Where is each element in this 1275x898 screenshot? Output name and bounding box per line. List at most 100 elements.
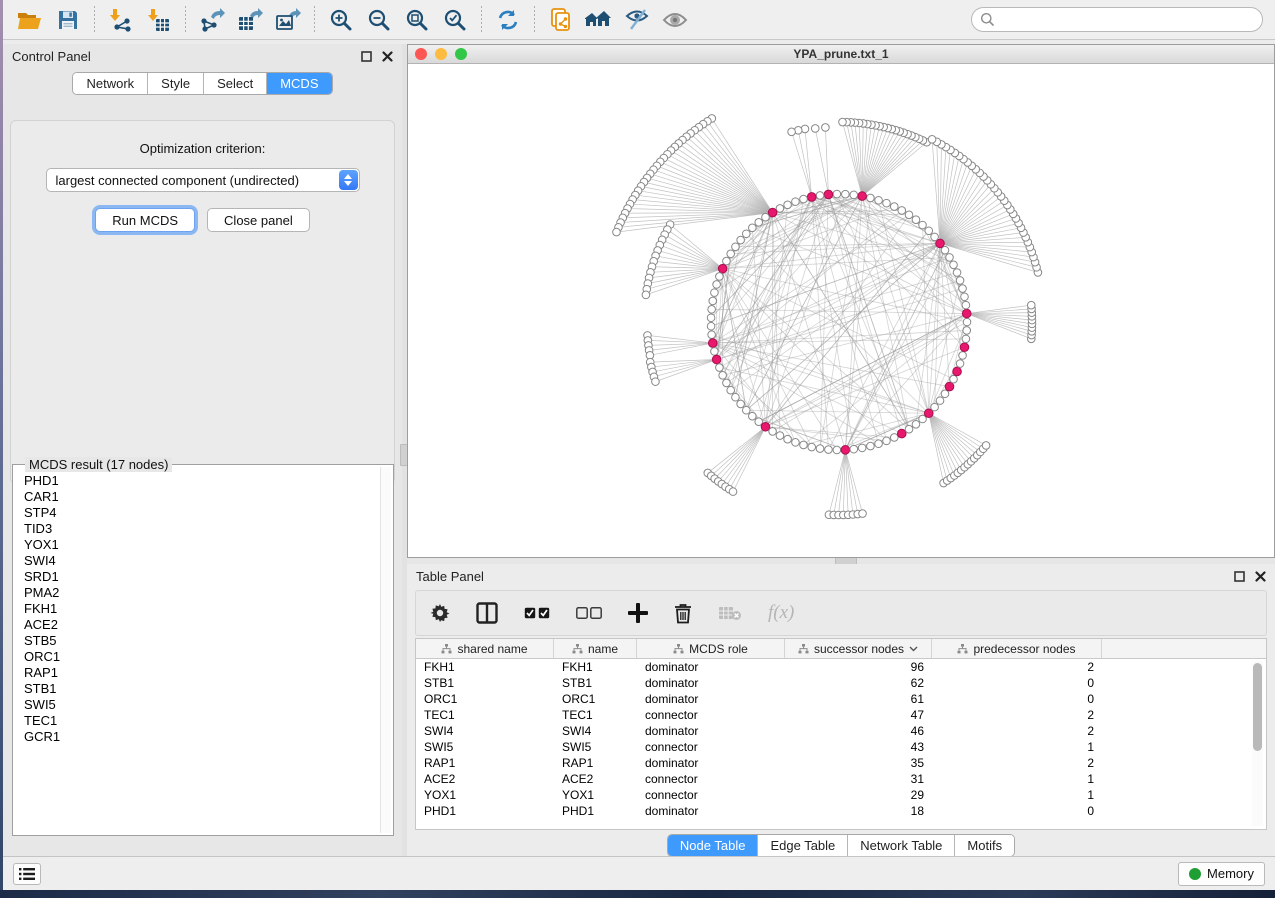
cell-successor_nodes[interactable]: 47 [785, 708, 932, 722]
split-panel-icon[interactable] [476, 602, 498, 624]
search-input[interactable] [995, 13, 1254, 27]
cell-name[interactable]: FKH1 [554, 660, 637, 674]
houses-icon[interactable] [580, 3, 618, 37]
show-details-icon[interactable] [656, 3, 694, 37]
result-node-item[interactable]: SRD1 [15, 569, 379, 585]
cell-successor_nodes[interactable]: 46 [785, 724, 932, 738]
cell-predecessor_nodes[interactable]: 1 [932, 740, 1102, 754]
result-node-item[interactable]: CAR1 [15, 489, 379, 505]
table-row[interactable]: YOX1YOX1connector291 [416, 787, 1266, 803]
export-table-icon[interactable] [231, 3, 269, 37]
cell-predecessor_nodes[interactable]: 0 [932, 692, 1102, 706]
result-node-item[interactable]: GCR1 [15, 729, 379, 745]
deselect-all-rows-icon[interactable] [576, 607, 602, 619]
cell-successor_nodes[interactable]: 18 [785, 804, 932, 818]
cell-mcds_role[interactable]: dominator [637, 676, 785, 690]
cell-predecessor_nodes[interactable]: 1 [932, 772, 1102, 786]
cell-name[interactable]: SWI5 [554, 740, 637, 754]
tab-edge-table[interactable]: Edge Table [758, 835, 848, 856]
cell-shared_name[interactable]: FKH1 [416, 660, 554, 674]
cell-mcds_role[interactable]: dominator [637, 724, 785, 738]
save-session-icon[interactable] [49, 3, 87, 37]
cell-shared_name[interactable]: SWI4 [416, 724, 554, 738]
zoom-selected-icon[interactable] [436, 3, 474, 37]
close-panel-icon[interactable] [1254, 570, 1266, 582]
import-network-icon[interactable] [102, 3, 140, 37]
cell-mcds_role[interactable]: dominator [637, 804, 785, 818]
table-row[interactable]: ORC1ORC1dominator610 [416, 691, 1266, 707]
cell-predecessor_nodes[interactable]: 0 [932, 804, 1102, 818]
export-image-icon[interactable] [269, 3, 307, 37]
table-row[interactable]: ACE2ACE2connector311 [416, 771, 1266, 787]
cell-shared_name[interactable]: SWI5 [416, 740, 554, 754]
cell-name[interactable]: PHD1 [554, 804, 637, 818]
cell-successor_nodes[interactable]: 43 [785, 740, 932, 754]
cell-predecessor_nodes[interactable]: 2 [932, 756, 1102, 770]
float-panel-icon[interactable] [360, 50, 372, 62]
cell-shared_name[interactable]: ORC1 [416, 692, 554, 706]
zoom-out-icon[interactable] [360, 3, 398, 37]
import-table-icon[interactable] [140, 3, 178, 37]
zoom-fit-icon[interactable] [398, 3, 436, 37]
column-header-successor-nodes[interactable]: successor nodes [785, 639, 932, 658]
cell-name[interactable]: RAP1 [554, 756, 637, 770]
close-panel-icon[interactable] [381, 50, 393, 62]
cell-name[interactable]: ORC1 [554, 692, 637, 706]
cell-name[interactable]: SWI4 [554, 724, 637, 738]
network-canvas[interactable] [408, 64, 1274, 557]
zoom-in-icon[interactable] [322, 3, 360, 37]
table-row[interactable]: RAP1RAP1dominator352 [416, 755, 1266, 771]
result-node-item[interactable]: STB5 [15, 633, 379, 649]
table-options-icon[interactable] [430, 603, 450, 623]
cell-shared_name[interactable]: ACE2 [416, 772, 554, 786]
result-node-item[interactable]: TEC1 [15, 713, 379, 729]
delete-column-icon[interactable] [674, 603, 692, 624]
tab-network[interactable]: Network [73, 73, 148, 94]
tab-style[interactable]: Style [148, 73, 204, 94]
cell-name[interactable]: STB1 [554, 676, 637, 690]
result-node-item[interactable]: ACE2 [15, 617, 379, 633]
cell-mcds_role[interactable]: connector [637, 708, 785, 722]
result-node-item[interactable]: PMA2 [15, 585, 379, 601]
cell-predecessor_nodes[interactable]: 1 [932, 788, 1102, 802]
cell-predecessor_nodes[interactable]: 2 [932, 724, 1102, 738]
result-node-item[interactable]: SWI5 [15, 697, 379, 713]
cell-name[interactable]: TEC1 [554, 708, 637, 722]
table-scrollbar[interactable] [1252, 661, 1263, 826]
table-row[interactable]: TEC1TEC1connector472 [416, 707, 1266, 723]
column-header-MCDS-role[interactable]: MCDS role [637, 639, 785, 658]
network-overview-icon[interactable] [542, 3, 580, 37]
cell-shared_name[interactable]: STB1 [416, 676, 554, 690]
export-network-icon[interactable] [193, 3, 231, 37]
float-panel-icon[interactable] [1233, 570, 1245, 582]
cell-mcds_role[interactable]: dominator [637, 660, 785, 674]
criterion-select[interactable]: largest connected component (undirected) [46, 168, 360, 192]
cell-mcds_role[interactable]: connector [637, 740, 785, 754]
task-history-button[interactable] [13, 863, 41, 885]
result-node-item[interactable]: RAP1 [15, 665, 379, 681]
tab-motifs[interactable]: Motifs [955, 835, 1014, 856]
table-row[interactable]: SWI5SWI5connector431 [416, 739, 1266, 755]
open-session-icon[interactable] [11, 3, 49, 37]
cell-successor_nodes[interactable]: 29 [785, 788, 932, 802]
hide-details-icon[interactable] [618, 3, 656, 37]
table-row[interactable]: FKH1FKH1dominator962 [416, 659, 1266, 675]
cell-mcds_role[interactable]: connector [637, 788, 785, 802]
cell-predecessor_nodes[interactable]: 0 [932, 676, 1102, 690]
result-node-item[interactable]: FKH1 [15, 601, 379, 617]
cell-shared_name[interactable]: PHD1 [416, 804, 554, 818]
cell-mcds_role[interactable]: dominator [637, 756, 785, 770]
function-builder-icon[interactable]: f(x) [768, 602, 794, 624]
column-header-shared-name[interactable]: shared name [416, 639, 554, 658]
result-node-item[interactable]: STP4 [15, 505, 379, 521]
column-header-name[interactable]: name [554, 639, 637, 658]
result-node-item[interactable]: STB1 [15, 681, 379, 697]
table-row[interactable]: SWI4SWI4dominator462 [416, 723, 1266, 739]
select-all-rows-icon[interactable] [524, 607, 550, 619]
result-node-item[interactable]: SWI4 [15, 553, 379, 569]
cell-name[interactable]: ACE2 [554, 772, 637, 786]
tab-select[interactable]: Select [204, 73, 267, 94]
column-header-predecessor-nodes[interactable]: predecessor nodes [932, 639, 1102, 658]
result-node-item[interactable]: YOX1 [15, 537, 379, 553]
result-node-item[interactable]: ORC1 [15, 649, 379, 665]
